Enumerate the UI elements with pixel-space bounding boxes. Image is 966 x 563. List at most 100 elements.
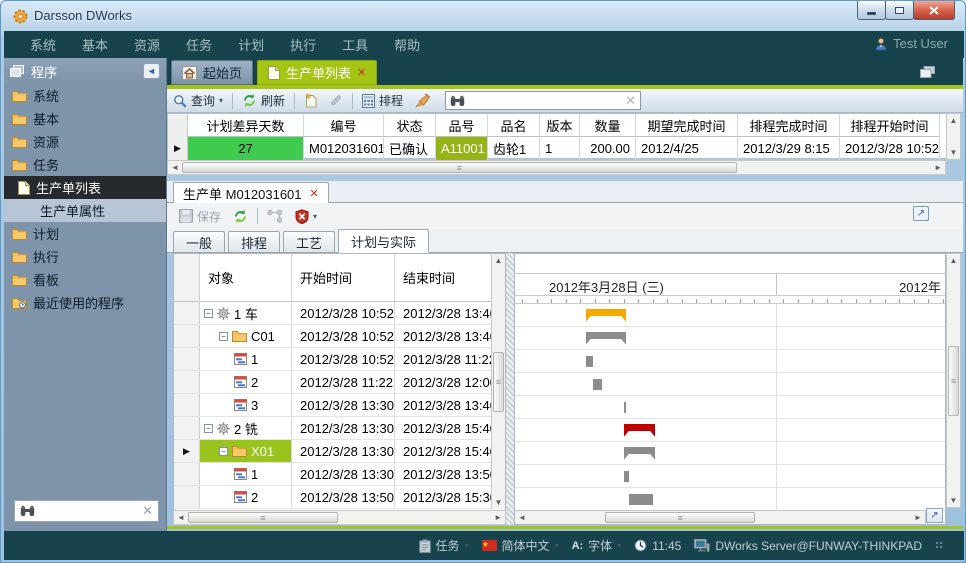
gantt-bar-task[interactable] [593,379,602,390]
resize-grip[interactable] [935,541,944,550]
tree-expander-icon[interactable]: − [204,309,213,318]
menu-item-0[interactable]: 系统 [30,35,56,54]
grid-vertical-scrollbar[interactable]: ▲▼ [946,113,961,160]
detail-doc-tab[interactable]: 生产单 M012031601 ✕ [173,182,329,203]
refresh-button[interactable]: 刷新 [236,90,291,112]
tree-object-cell[interactable]: −2 铣 [200,417,292,439]
gantt-expand-button[interactable]: ↗ [926,508,943,523]
tree-column-header-0[interactable]: 对象 [200,254,292,301]
sidebar-collapse-button[interactable]: ◄ [143,63,160,79]
clear-filter-icon[interactable]: ✕ [625,93,636,109]
tree-column-header-2[interactable]: 结束时间 [395,254,495,301]
grid-column-header-0[interactable]: 计划差异天数 [188,114,304,137]
grid-column-header-7[interactable]: 期望完成时间 [636,114,738,137]
sidebar-item-7[interactable]: 执行 [4,245,166,268]
tree-object-cell[interactable]: 1 [200,348,292,370]
detail-tab-3[interactable]: 计划与实际 [338,229,429,253]
open-in-window-button[interactable]: ↗ [913,206,929,221]
gantt-vertical-scrollbar[interactable]: ▲ ≡ ▼ [946,253,961,508]
tree-object-cell[interactable]: −1 车 [200,302,292,324]
sidebar-item-5[interactable]: 生产单属性 [4,199,166,222]
menu-item-6[interactable]: 工具 [342,35,368,54]
sidebar-item-0[interactable]: 系统 [4,84,166,107]
grid-column-header-8[interactable]: 排程完成时间 [738,114,840,137]
detail-tab-0[interactable]: 一般 [173,231,225,252]
tree-expander-icon[interactable]: − [219,332,228,341]
menu-item-4[interactable]: 计划 [238,35,264,54]
filter-input[interactable] [469,93,621,109]
tree-row-6[interactable]: ▶−X012012/3/28 13:302012/3/28 15:40 [174,440,505,463]
sidebar-search-input[interactable] [39,503,138,519]
schedule-button[interactable]: 排程 [356,90,409,112]
tab-home[interactable]: 起始页 [171,60,253,85]
tree-object-cell[interactable]: −C01 [200,325,292,347]
statusbar-language[interactable]: 简体中文 ▾ [482,537,559,554]
tree-row-0[interactable]: −1 车2012/3/28 10:522012/3/28 13:40 [174,302,505,325]
gantt-bar-task[interactable] [624,402,626,413]
sidebar-item-8[interactable]: 看板 [4,268,166,291]
orders-grid-row[interactable]: ▶27M012031601已确认A11001齿轮11200.002012/4/2… [168,137,946,160]
tree-row-7[interactable]: 12012/3/28 13:302012/3/28 13:50 [174,463,505,486]
menu-item-3[interactable]: 任务 [186,35,212,54]
new-button[interactable] [298,90,323,112]
detail-tab-close-icon[interactable]: ✕ [310,187,319,200]
gantt-bar-task[interactable] [624,471,629,482]
close-button[interactable] [913,1,955,20]
treegrid-horizontal-scrollbar[interactable]: ◄ ≡ ► [173,510,506,525]
restore-button[interactable] [885,1,914,20]
window-list-icon[interactable] [920,66,935,78]
grid-column-header-3[interactable]: 品号 [436,114,488,137]
save-button[interactable]: 保存 [173,205,227,227]
user-badge[interactable]: Test User [874,36,948,51]
statusbar-tasks[interactable]: 任务 ▾ [419,537,469,554]
menu-item-1[interactable]: 基本 [82,35,108,54]
detail-tab-1[interactable]: 排程 [228,231,280,252]
tree-object-cell[interactable]: −X01 [200,440,292,462]
statusbar-font[interactable]: A: 字体 ▾ [572,537,622,554]
splitter-handle[interactable] [506,253,514,525]
grid-column-header-5[interactable]: 版本 [540,114,580,137]
grid-column-header-4[interactable]: 品名 [488,114,540,137]
gantt-horizontal-scrollbar[interactable]: ◄ ≡ ► [514,510,926,525]
gantt-bar-task[interactable] [629,494,653,505]
tree-column-header-1[interactable]: 开始时间 [292,254,395,301]
gantt-bar-task[interactable] [586,356,593,367]
tree-row-8[interactable]: 22012/3/28 13:502012/3/28 15:30 [174,486,505,509]
detail-refresh-button[interactable] [227,205,254,227]
grid-column-header-1[interactable]: 编号 [304,114,384,137]
cancel-confirm-button[interactable]: ▾ [289,205,323,227]
treegrid-vertical-scrollbar[interactable]: ▲ ≡ ▼ [491,254,505,509]
tree-row-1[interactable]: −C012012/3/28 10:522012/3/28 13:40 [174,325,505,348]
edit-button[interactable] [323,90,349,112]
tree-object-cell[interactable]: 2 [200,371,292,393]
tree-row-5[interactable]: −2 铣2012/3/28 13:302012/3/28 15:40 [174,417,505,440]
menu-item-2[interactable]: 资源 [134,35,160,54]
tree-row-3[interactable]: 22012/3/28 11:222012/3/28 12:00 [174,371,505,394]
tree-expander-icon[interactable]: − [204,424,213,433]
grid-horizontal-scrollbar[interactable]: ◄ ≡ ► [167,160,946,175]
tab-production-order-list[interactable]: 生产单列表 ✕ [257,60,377,85]
clean-button[interactable] [409,90,437,112]
detail-tab-2[interactable]: 工艺 [283,231,335,252]
routing-button[interactable] [261,205,289,227]
clear-search-icon[interactable]: ✕ [142,503,153,519]
tree-object-cell[interactable]: 3 [200,394,292,416]
menu-item-5[interactable]: 执行 [290,35,316,54]
sidebar-item-2[interactable]: 资源 [4,130,166,153]
grid-column-header-9[interactable]: 排程开始时间 [840,114,940,137]
tree-row-2[interactable]: 12012/3/28 10:522012/3/28 11:22 [174,348,505,371]
tree-object-cell[interactable]: 1 [200,463,292,485]
menu-item-7[interactable]: 帮助 [394,35,420,54]
sidebar-item-6[interactable]: 计划 [4,222,166,245]
tree-expander-icon[interactable]: − [219,447,228,456]
grid-column-header-2[interactable]: 状态 [384,114,436,137]
query-button[interactable]: 查询 ▾ [167,90,229,112]
tab-close-icon[interactable]: ✕ [357,66,366,79]
sidebar-item-4[interactable]: 生产单列表 [4,176,166,199]
sidebar-item-1[interactable]: 基本 [4,107,166,130]
tree-row-4[interactable]: 32012/3/28 13:302012/3/28 13:40 [174,394,505,417]
sidebar-item-3[interactable]: 任务 [4,153,166,176]
tree-object-cell[interactable]: 2 [200,486,292,508]
grid-column-header-6[interactable]: 数量 [580,114,636,137]
sidebar-item-9[interactable]: 最近使用的程序 [4,291,166,314]
